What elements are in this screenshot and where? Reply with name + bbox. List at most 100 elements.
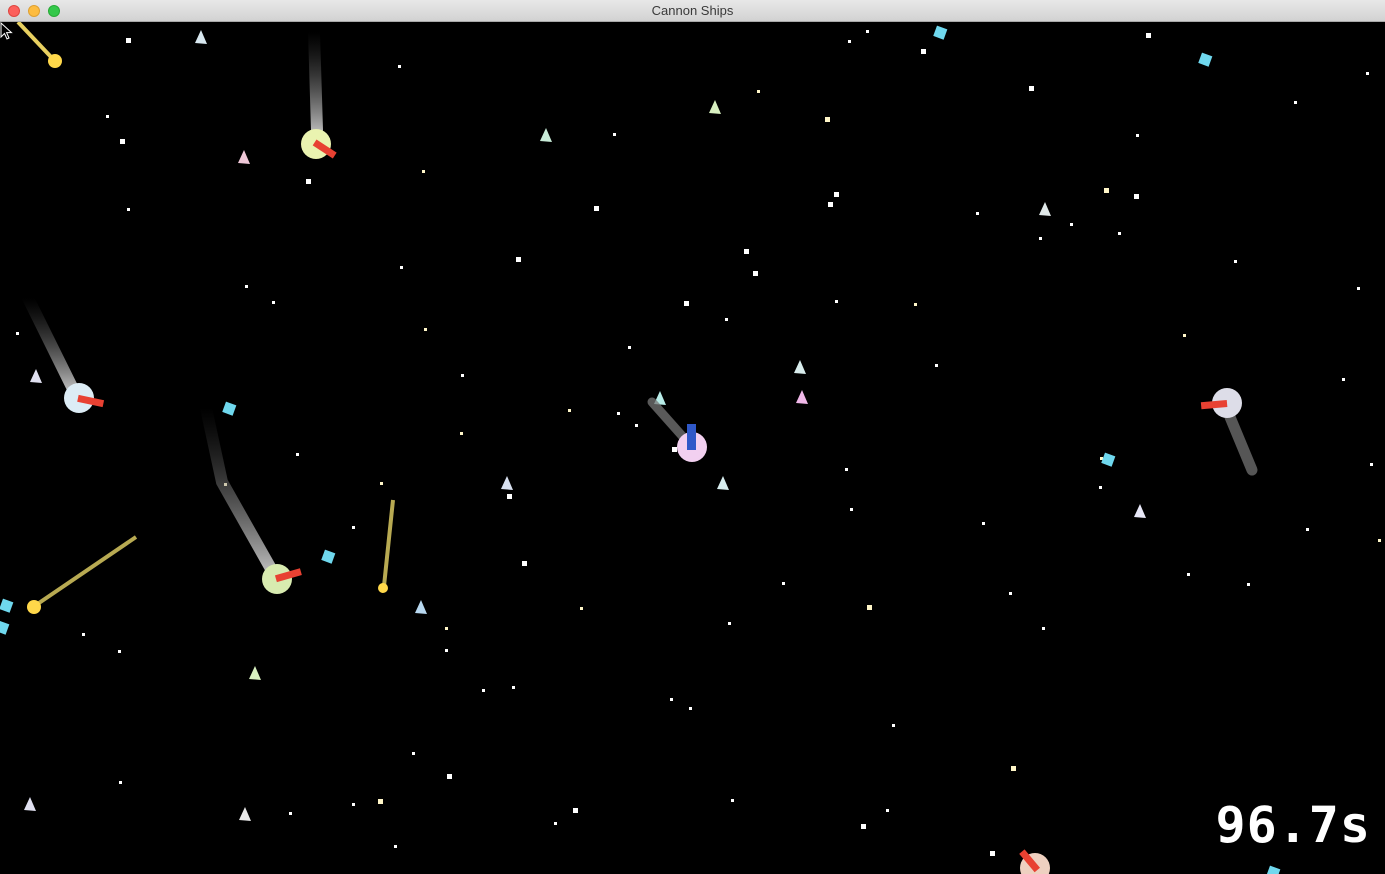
star-icon [1378, 539, 1381, 542]
debris-field [24, 30, 1146, 821]
star-icon [119, 781, 122, 784]
star-icon [16, 332, 19, 335]
star-icon [725, 318, 728, 321]
star-icon [461, 374, 464, 377]
star-icon [1146, 33, 1151, 38]
bullet-icon [27, 600, 41, 614]
bullet-trail [34, 535, 138, 607]
star-icon [352, 803, 355, 806]
star-icon [1011, 766, 1016, 771]
star-icon [512, 686, 515, 689]
star-icon [306, 179, 311, 184]
star-icon [1187, 573, 1190, 576]
enemy-ship [1200, 388, 1242, 418]
star-icon [127, 208, 130, 211]
star-icon [935, 364, 938, 367]
star-icon [412, 752, 415, 755]
star-icon [445, 627, 448, 630]
star-icon [1357, 287, 1360, 290]
star-icon [245, 285, 248, 288]
gem-pickup-icon [1266, 865, 1281, 874]
star-icon [866, 30, 869, 33]
ship-trail [308, 26, 323, 136]
star-icon [422, 170, 425, 173]
debris-shard-icon [30, 369, 42, 383]
star-icon [400, 266, 403, 269]
star-icon [573, 808, 578, 813]
star-icon [757, 90, 760, 93]
star-icon [1342, 378, 1345, 381]
star-icon [516, 257, 521, 262]
ship-trail [647, 397, 689, 443]
star-icon [613, 133, 616, 136]
star-icon [1009, 592, 1012, 595]
bullet-trail [382, 499, 395, 587]
debris-shard-icon [238, 150, 250, 164]
enemy-ship [262, 564, 302, 594]
star-icon [1029, 86, 1034, 91]
star-icon [380, 482, 383, 485]
gem-pickup-icon [933, 25, 948, 40]
window-titlebar: Cannon Ships [0, 0, 1385, 22]
gem-pickup-icon [321, 549, 336, 564]
star-icon [731, 799, 734, 802]
bullet-icon [48, 54, 62, 68]
star-icon [892, 724, 895, 727]
star-icon [982, 522, 985, 525]
debris-shard-icon [1039, 202, 1051, 216]
star-icon [447, 774, 452, 779]
star-icon [635, 424, 638, 427]
enemy-ship [301, 129, 337, 159]
star-icon [522, 561, 527, 566]
star-icon [845, 468, 848, 471]
debris-shard-icon [796, 390, 808, 404]
debris-shard-icon [239, 807, 251, 821]
gem-pickup-icon [0, 620, 10, 635]
star-icon [828, 202, 833, 207]
gem-pickup-icon [1101, 452, 1116, 467]
debris-shard-icon [1134, 504, 1146, 518]
star-icon [753, 271, 758, 276]
debris-shard-icon [709, 100, 721, 114]
star-icon [867, 605, 872, 610]
star-icon [848, 40, 851, 43]
game-scene [0, 22, 1381, 874]
star-icon [82, 633, 85, 636]
bullet-trails [16, 22, 395, 607]
survival-timer: 96.7s [1215, 796, 1371, 854]
star-icon [594, 206, 599, 211]
star-icon [886, 809, 889, 812]
mouse-cursor-icon [0, 22, 13, 40]
game-canvas[interactable]: 96.7s [0, 22, 1385, 874]
star-icon [835, 300, 838, 303]
debris-shard-icon [24, 797, 36, 811]
debris-shard-icon [794, 360, 806, 374]
star-icon [1070, 223, 1073, 226]
window-title: Cannon Ships [651, 3, 734, 18]
star-icon [568, 409, 571, 412]
star-icon [120, 139, 125, 144]
debris-shard-icon [717, 476, 729, 490]
star-icon [424, 328, 427, 331]
star-icon [914, 303, 917, 306]
star-icon [378, 799, 383, 804]
star-icon [728, 622, 731, 625]
star-icon [398, 65, 401, 68]
enemy-ship [64, 383, 105, 413]
star-icon [921, 49, 926, 54]
star-icon [689, 707, 692, 710]
star-icon [1099, 486, 1102, 489]
debris-shard-icon [501, 476, 513, 490]
ship-trail [200, 402, 276, 573]
star-icon [670, 698, 673, 701]
ship-trail [1224, 411, 1258, 476]
star-icon [580, 607, 583, 610]
star-icon [1134, 194, 1139, 199]
star-icon [1042, 627, 1045, 630]
star-icon [976, 212, 979, 215]
cannon-barrel-icon [687, 424, 696, 450]
star-icon [1136, 134, 1139, 137]
enemy-ship [1019, 849, 1050, 874]
gem-pickups [0, 25, 1281, 874]
gem-pickup-icon [222, 401, 237, 416]
